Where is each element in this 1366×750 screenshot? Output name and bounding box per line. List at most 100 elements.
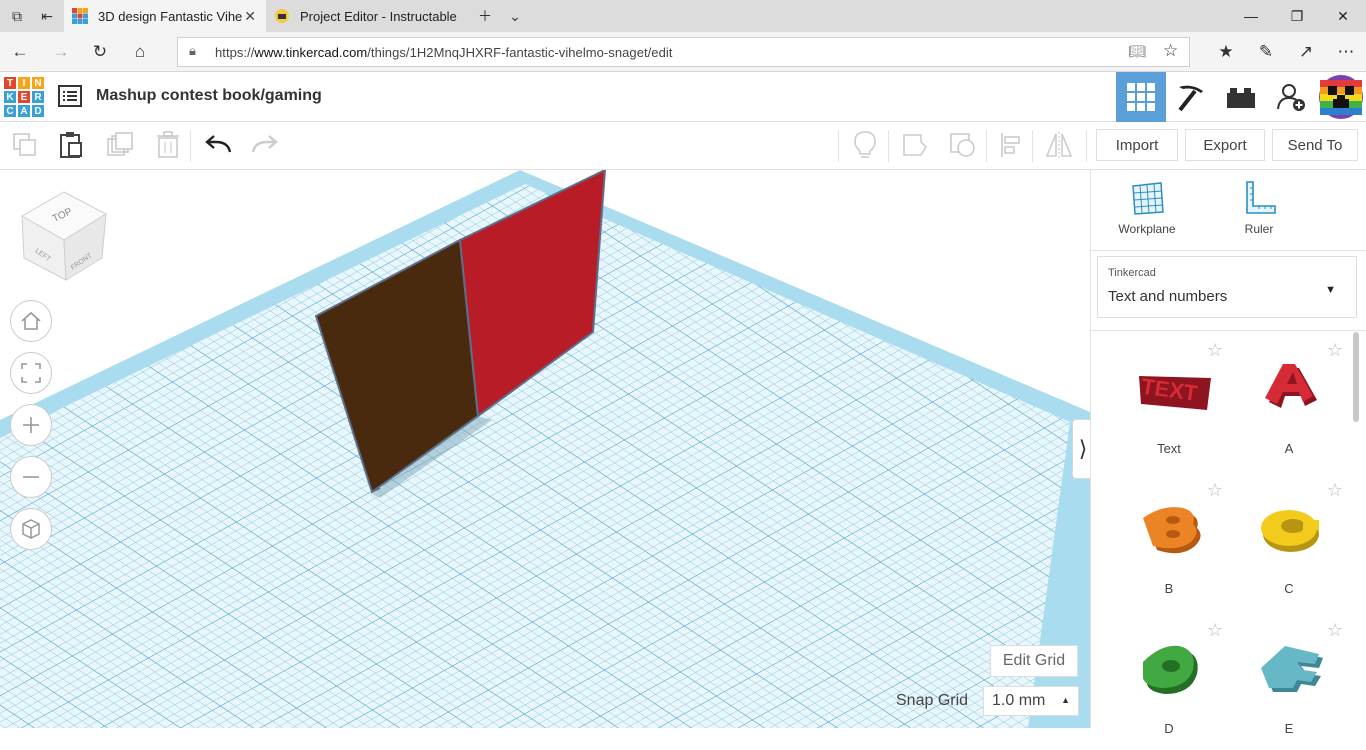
undo-icon[interactable] <box>203 130 233 160</box>
chevron-down-icon: ▲︎ <box>1061 695 1070 705</box>
favorite-star-icon[interactable]: ☆ <box>1327 340 1343 361</box>
invite-user-button[interactable] <box>1266 72 1316 122</box>
fit-view-button[interactable] <box>10 352 52 394</box>
workplane-tool[interactable]: Workplane <box>1107 180 1187 236</box>
favorite-star-icon[interactable]: ☆ <box>1163 41 1178 61</box>
mirror-icon[interactable] <box>1044 130 1074 160</box>
shape-tile-c[interactable]: ☆ C <box>1229 480 1349 610</box>
favorite-star-icon[interactable]: ☆ <box>1327 480 1343 501</box>
ruler-tool[interactable]: Ruler <box>1219 180 1299 236</box>
ortho-view-button[interactable] <box>10 508 52 550</box>
collapse-panel-chevron-icon[interactable]: ⟩ <box>1072 419 1090 479</box>
cube-icon <box>22 519 40 539</box>
share-icon[interactable]: ↗ <box>1294 40 1318 64</box>
toolbar-divider <box>986 130 987 162</box>
tab-tinkercad[interactable]: 3D design Fantastic Vihe ✕ <box>64 0 266 32</box>
copy-icon[interactable] <box>10 130 40 160</box>
close-window-icon[interactable]: ✕ <box>1320 4 1366 28</box>
browser-nav-bar: ← → ↻ ⌂ 🔒︎ https://www.tinkercad.com/thi… <box>0 32 1366 72</box>
minimize-icon[interactable]: — <box>1228 4 1274 28</box>
favorites-icon[interactable]: ★ <box>1214 40 1238 64</box>
import-button[interactable]: Import <box>1096 129 1178 161</box>
chevron-down-icon[interactable]: ⌄ <box>504 6 526 26</box>
ruler-label: Ruler <box>1244 222 1274 236</box>
tab-title: Project Editor - Instructable <box>300 8 457 24</box>
browser-tab-strip: ⧉ ⇤ 3D design Fantastic Vihe ✕ Project E… <box>0 0 1366 32</box>
back-icon[interactable]: ← <box>8 40 32 64</box>
lock-icon: 🔒︎ <box>189 43 196 58</box>
favorite-star-icon[interactable]: ☆ <box>1327 620 1343 641</box>
avatar[interactable] <box>1316 72 1366 122</box>
zoom-in-button[interactable] <box>10 404 52 446</box>
design-list-icon[interactable] <box>58 85 82 112</box>
home-icon <box>21 311 41 330</box>
shape-category-select[interactable]: Tinkercad Text and numbers ▼ <box>1097 256 1357 318</box>
shape-tile-e[interactable]: ☆ E <box>1229 620 1349 750</box>
shape-label: C <box>1284 581 1294 596</box>
snap-grid-select[interactable]: 1.0 mm ▲︎ <box>983 686 1079 716</box>
delete-icon[interactable] <box>153 130 183 160</box>
letter-e-icon <box>1261 646 1323 692</box>
redo-icon[interactable] <box>250 130 280 160</box>
shape-tile-a[interactable]: ☆ A <box>1229 340 1349 470</box>
export-button[interactable]: Export <box>1185 129 1265 161</box>
panel-scrollbar[interactable] <box>1353 332 1359 422</box>
pen-icon[interactable]: ✎ <box>1254 40 1278 64</box>
lightbulb-icon[interactable] <box>850 130 880 160</box>
close-tab-icon[interactable]: ✕ <box>244 8 256 25</box>
add-user-icon <box>1277 84 1305 111</box>
home-view-button[interactable] <box>10 300 52 342</box>
text-shape-icon: TEXT <box>1139 373 1211 410</box>
view-cube[interactable]: TOP LEFT FRONT <box>18 188 110 289</box>
tinkercad-logo[interactable]: TINKERCAD <box>3 76 45 118</box>
3d-view-button[interactable] <box>1116 72 1166 122</box>
home-icon[interactable]: ⌂ <box>128 40 152 64</box>
workplane-scene[interactable] <box>0 170 1090 728</box>
logo-letter: I <box>17 76 31 90</box>
set-tabs-aside-icon[interactable]: ⇤ <box>36 6 58 26</box>
group-icon[interactable] <box>900 130 930 160</box>
toolbar-divider <box>888 130 889 162</box>
logo-letter: E <box>17 90 31 104</box>
tab-instructables[interactable]: Project Editor - Instructable <box>266 0 468 32</box>
letter-a-icon <box>1265 364 1317 408</box>
plus-icon <box>23 417 39 433</box>
3d-viewport[interactable]: TOP LEFT FRONT ⟩ Edit Grid Snap Grid 1.0… <box>0 170 1090 728</box>
creeper-avatar-icon <box>1319 75 1363 119</box>
bricks-view-button[interactable] <box>1216 72 1266 122</box>
refresh-icon[interactable]: ↻ <box>88 40 112 64</box>
favorite-star-icon[interactable]: ☆ <box>1207 340 1223 361</box>
category-value: Text and numbers <box>1108 288 1228 305</box>
shape-tile-text[interactable]: ☆ TEXT Text <box>1109 340 1229 470</box>
logo-letter: R <box>31 90 45 104</box>
edit-grid-button[interactable]: Edit Grid <box>990 645 1078 677</box>
letter-c-icon <box>1261 510 1319 552</box>
panel-divider <box>1091 330 1366 331</box>
shape-label: D <box>1164 721 1174 736</box>
send-to-button[interactable]: Send To <box>1272 129 1358 161</box>
shape-label: A <box>1284 441 1294 456</box>
minecraft-pickaxe-button[interactable] <box>1166 72 1216 122</box>
pickaxe-icon <box>1178 85 1203 112</box>
forward-icon[interactable]: → <box>49 40 73 64</box>
chevron-down-icon: ▼ <box>1325 284 1336 296</box>
new-tab-icon[interactable]: ＋ <box>474 6 496 26</box>
duplicate-icon[interactable] <box>105 130 135 160</box>
paste-icon[interactable] <box>56 130 86 160</box>
brick-icon <box>1227 88 1255 108</box>
shape-tile-b[interactable]: ☆ B <box>1109 480 1229 610</box>
favorite-star-icon[interactable]: ☆ <box>1207 480 1223 501</box>
shape-tile-d[interactable]: ☆ D <box>1109 620 1229 750</box>
restore-icon[interactable]: ❐ <box>1274 4 1320 28</box>
align-icon[interactable] <box>996 130 1026 160</box>
more-icon[interactable]: ⋯ <box>1334 40 1358 64</box>
tab-actions-icon[interactable]: ⧉ <box>6 6 28 26</box>
favorite-star-icon[interactable]: ☆ <box>1207 620 1223 641</box>
url-text: https://www.tinkercad.com/things/1H2MnqJ… <box>215 45 673 60</box>
reading-view-icon[interactable]: 📖︎ <box>1128 43 1146 60</box>
address-bar[interactable]: 🔒︎ https://www.tinkercad.com/things/1H2M… <box>177 37 1190 67</box>
zoom-out-button[interactable] <box>10 456 52 498</box>
toolbar-divider <box>838 130 839 162</box>
design-title[interactable]: Mashup contest book/gaming <box>96 87 322 105</box>
ungroup-icon[interactable] <box>948 130 978 160</box>
